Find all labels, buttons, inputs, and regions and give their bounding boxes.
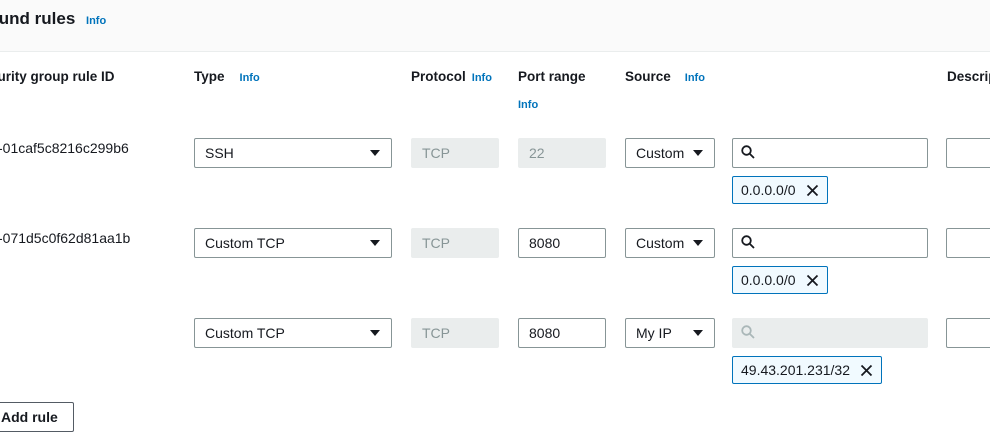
section-info-link[interactable]: Info	[86, 15, 106, 27]
cidr-token: 0.0.0.0/0	[732, 266, 828, 294]
col-header-protocol: Protocol Info	[411, 69, 492, 84]
protocol-field: TCP	[411, 138, 499, 168]
source-search-input	[732, 318, 928, 348]
caret-down-icon	[692, 329, 704, 337]
port-range-field: 22	[518, 138, 606, 168]
port-range-input[interactable]: 8080	[518, 228, 606, 258]
add-rule-button[interactable]: Add rule	[0, 402, 74, 432]
rule-id: -071d5c0f62d81aa1b	[0, 230, 131, 246]
port-range-info-link[interactable]: Info	[518, 99, 538, 111]
description-input[interactable]	[946, 318, 990, 348]
caret-down-icon	[369, 239, 381, 247]
cidr-token: 0.0.0.0/0	[732, 176, 828, 204]
type-info-link[interactable]: Info	[240, 72, 260, 84]
source-select[interactable]: Custom	[625, 138, 715, 168]
source-search-input[interactable]	[732, 228, 928, 258]
cidr-token: 49.43.201.231/32	[732, 356, 882, 384]
type-select[interactable]: SSH	[194, 138, 392, 168]
type-select[interactable]: Custom TCP	[194, 228, 392, 258]
close-icon[interactable]	[860, 364, 873, 377]
caret-down-icon	[369, 149, 381, 157]
source-search-input[interactable]	[732, 138, 928, 168]
col-header-description: Descrip	[947, 69, 990, 84]
close-icon[interactable]	[806, 274, 819, 287]
description-input[interactable]	[946, 138, 990, 168]
port-range-input[interactable]: 8080	[518, 318, 606, 348]
search-icon	[741, 144, 755, 162]
section-header: bound rules Info	[0, 0, 990, 52]
source-select[interactable]: Custom	[625, 228, 715, 258]
search-icon	[741, 324, 755, 342]
protocol-field: TCP	[411, 318, 499, 348]
caret-down-icon	[692, 149, 704, 157]
source-select[interactable]: My IP	[625, 318, 715, 348]
col-header-port-range: Port range	[518, 69, 586, 84]
protocol-info-link[interactable]: Info	[472, 72, 492, 84]
rule-id: -01caf5c8216c299b6	[0, 140, 129, 156]
search-icon	[741, 234, 755, 252]
caret-down-icon	[369, 329, 381, 337]
description-input[interactable]	[946, 228, 990, 258]
protocol-field: TCP	[411, 228, 499, 258]
col-header-rule-id: curity group rule ID	[0, 69, 115, 84]
col-header-type: Type Info	[194, 69, 260, 84]
type-select[interactable]: Custom TCP	[194, 318, 392, 348]
source-info-link[interactable]: Info	[685, 72, 705, 84]
section-title: bound rules Info	[0, 9, 107, 28]
close-icon[interactable]	[806, 184, 819, 197]
col-header-source: Source Info	[625, 69, 705, 84]
caret-down-icon	[692, 239, 704, 247]
